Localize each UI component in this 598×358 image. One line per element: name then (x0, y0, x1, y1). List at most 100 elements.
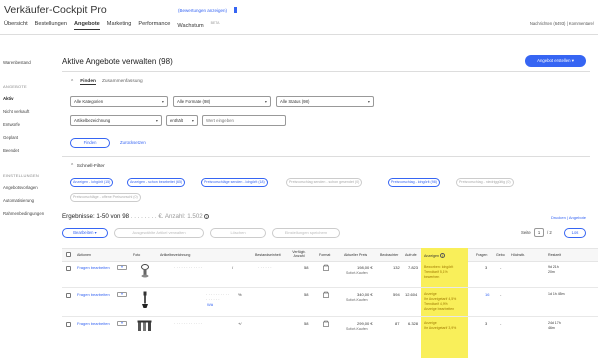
manage-selected-button[interactable]: Ausgewählte Artikel verwalten (114, 228, 204, 238)
category-select[interactable]: Alle Kategorien ▾ (70, 96, 168, 107)
col-photo: Foto (133, 253, 141, 257)
row-checkbox[interactable] (66, 293, 71, 298)
create-listing-button[interactable]: Angebot erstellen ▾ (525, 55, 586, 67)
edit-questions-link[interactable]: Fragen bearbeiten (77, 265, 110, 270)
quick-filter-chip[interactable]: Preisvorschlag - lohgörlt (98) (388, 178, 440, 187)
tab-summary[interactable]: Zusammenfassung (102, 79, 143, 85)
col-questions[interactable]: Fragen (476, 253, 487, 257)
promo-status: Anzeige (424, 321, 437, 325)
delete-button[interactable]: Löschen (210, 228, 266, 238)
bookmark-icon (234, 7, 237, 13)
item-price-type: Sofort-Kaufen (346, 298, 368, 302)
match-select[interactable]: enthält ▾ (166, 115, 198, 126)
item-quantity[interactable]: 58 (304, 321, 308, 326)
sidebar-item-templates[interactable]: Angebotsvorlagen (3, 185, 38, 190)
item-price[interactable]: 299,00 € (357, 321, 373, 326)
nav-listings[interactable]: Angebote (74, 20, 100, 30)
nav-marketing[interactable]: Marketing (107, 20, 132, 32)
row-divider (62, 287, 598, 288)
col-price[interactable]: Aktueller Preis (344, 253, 367, 257)
sidebar-item-policies[interactable]: Rahmenbedingungen (3, 211, 44, 216)
collapse-icon[interactable]: ⌃ (70, 79, 74, 85)
item-title[interactable]: · · · · · · · · · · · · (174, 321, 202, 326)
item-photo[interactable] (140, 291, 150, 309)
col-sku[interactable]: Bestandseinheit (255, 253, 281, 257)
col-views[interactable]: Aufrufe (405, 253, 417, 257)
item-price[interactable]: 340,00 € (357, 292, 373, 297)
col-promoted[interactable]: Anzeigen i (424, 253, 445, 258)
row-action-dropdown[interactable]: ▾ (117, 265, 127, 270)
go-button[interactable]: Los (564, 228, 586, 238)
tab-find[interactable]: Finden (80, 79, 96, 85)
chevron-down-icon: ▾ (155, 118, 158, 123)
nav-overview[interactable]: Übersicht (4, 20, 28, 32)
edit-promo-link[interactable]: Anzeige bearbeiten (424, 307, 454, 312)
quick-filter-header[interactable]: ⌃ Schnell-Filter (70, 164, 105, 169)
status-select[interactable]: Alle Status (98) ▾ (276, 96, 374, 107)
col-quantity[interactable]: Verfügb. Anzahl (290, 250, 308, 258)
col-highbid[interactable]: Höchstb. (511, 253, 525, 257)
item-questions[interactable]: 16 (485, 292, 489, 297)
format-select[interactable]: Alle Formate (98) ▾ (173, 96, 271, 107)
messages-link[interactable]: Nachrichten (6493) | Kommentare/ (530, 21, 594, 26)
item-bids: - (500, 265, 502, 270)
search-input[interactable] (202, 115, 286, 126)
info-icon[interactable]: i (204, 214, 210, 219)
select-all-checkbox[interactable] (66, 252, 71, 257)
quick-filter-chip[interactable]: Anzeigen - schon bearbeitet (65) (127, 178, 186, 187)
row-action-dropdown[interactable]: ▾ (117, 292, 127, 297)
sidebar-item-automation[interactable]: Automatisierung (3, 198, 34, 203)
col-bids[interactable]: Gebo (496, 253, 505, 257)
quick-filter-chip[interactable]: Anzeigen - lohgörlt (15) (70, 178, 114, 187)
ratings-link[interactable]: (Bewertungen anzeigen) (178, 8, 227, 13)
row-action-dropdown[interactable]: ▾ (117, 321, 127, 326)
col-promoted-label: Anzeigen (424, 254, 439, 258)
edit-label: Bearbeiten (73, 230, 94, 235)
item-time-left-min: 20m (548, 270, 555, 274)
sidebar-section-settings: EINSTELLUNGEN (3, 173, 39, 178)
save-settings-button[interactable]: Einstellungen speichern (272, 228, 340, 238)
item-title[interactable]: · · · · · · · · · · · · (174, 265, 202, 270)
item-variation-link[interactable]: Wä (207, 302, 213, 307)
sidebar-item-drafts[interactable]: Entwürfe (3, 122, 20, 127)
item-photo[interactable] (140, 264, 150, 278)
app-title: Verkäufer-Cockpit Pro (4, 4, 107, 16)
promote-link[interactable]: bewerben (424, 275, 439, 280)
edit-dropdown-button[interactable]: Bearbeiten ▾ (62, 228, 108, 238)
item-questions[interactable]: 3 (485, 265, 487, 270)
info-icon[interactable]: i (440, 253, 445, 258)
item-quantity[interactable]: 58 (304, 265, 308, 270)
edit-questions-link[interactable]: Fragen bearbeiten (77, 321, 110, 326)
results-count: Ergebnisse: 1-50 von 98 (62, 213, 130, 220)
beta-badge: BETA (210, 21, 220, 25)
item-questions[interactable]: 3 (485, 321, 487, 326)
reset-link[interactable]: Zurücksetzen (120, 140, 146, 145)
col-time-left[interactable]: Restzeit (548, 253, 561, 257)
nav-orders[interactable]: Bestellungen (35, 20, 67, 32)
quick-filter-chip[interactable]: Preisvorschläge senden - lohgörlt (18) (201, 178, 268, 187)
sidebar-item-unsold[interactable]: Nicht verkauft (3, 109, 29, 114)
col-format[interactable]: Format (319, 253, 330, 257)
item-photo[interactable] (137, 320, 153, 332)
item-quantity[interactable]: 58 (304, 292, 308, 297)
col-title[interactable]: Artikelbezeichnung (160, 253, 190, 257)
col-actions[interactable]: Aktionen (77, 253, 91, 257)
page-title: Aktive Angebote verwalten (98) (62, 57, 173, 66)
sidebar-item-ended[interactable]: Beendet (3, 148, 19, 153)
nav-performance[interactable]: Performance (138, 20, 170, 32)
col-watchers[interactable]: Beobachter (380, 253, 398, 257)
nav-growth[interactable]: Wachstum BETA (177, 20, 219, 32)
print-links[interactable]: Drucken | Angebote (551, 215, 586, 220)
item-price[interactable]: 198,00 € (357, 265, 373, 270)
sidebar-item-scheduled[interactable]: Geplant (3, 135, 18, 140)
sidebar-item-active[interactable]: Aktiv (3, 96, 14, 101)
row-checkbox[interactable] (66, 266, 71, 271)
edit-questions-link[interactable]: Fragen bearbeiten (77, 292, 110, 297)
find-button[interactable]: Finden (70, 138, 110, 148)
row-checkbox[interactable] (66, 322, 71, 327)
page-number-input[interactable]: 1 (534, 228, 544, 237)
create-listing-label: Angebot erstellen (537, 58, 571, 63)
fixed-price-icon (323, 264, 329, 273)
sidebar-item-inventory[interactable]: Warenbestand (3, 60, 31, 65)
field-select[interactable]: Artikelbezeichnung ▾ (70, 115, 162, 126)
